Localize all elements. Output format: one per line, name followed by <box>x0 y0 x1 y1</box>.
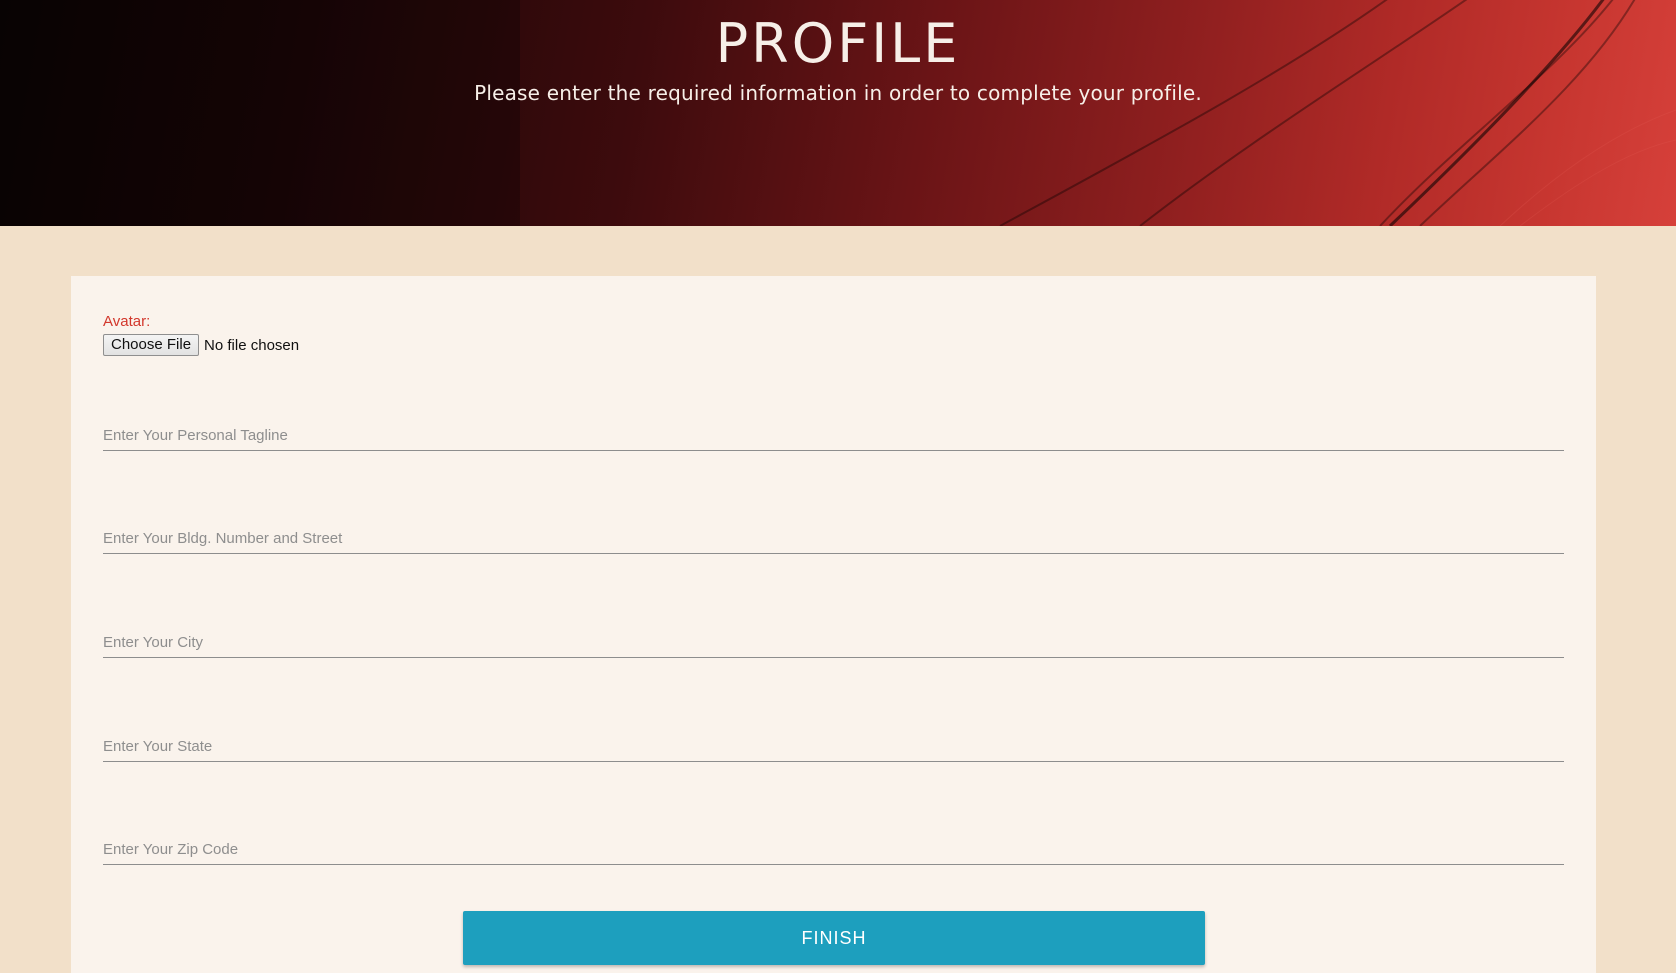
avatar-label: Avatar: <box>103 313 151 330</box>
finish-button[interactable]: FINISH <box>463 911 1205 965</box>
city-input[interactable] <box>103 628 1564 657</box>
page-title: PROFILE <box>715 12 961 75</box>
zip-code-field <box>103 835 1564 865</box>
file-status-text: No file chosen <box>204 336 300 354</box>
hero-banner: PROFILE Please enter the required inform… <box>0 0 1676 226</box>
tagline-field <box>103 421 1564 451</box>
page-subtitle: Please enter the required information in… <box>474 81 1202 105</box>
zip-code-input[interactable] <box>103 835 1564 864</box>
profile-form-card: Avatar: Choose File No file chosen FINIS… <box>71 276 1596 973</box>
street-input[interactable] <box>103 524 1564 553</box>
state-input[interactable] <box>103 732 1564 761</box>
tagline-input[interactable] <box>103 421 1564 450</box>
choose-file-button[interactable]: Choose File <box>103 334 200 356</box>
state-field <box>103 732 1564 762</box>
avatar-file-input[interactable]: Choose File No file chosen <box>103 334 299 356</box>
street-field <box>103 524 1564 554</box>
city-field <box>103 628 1564 658</box>
